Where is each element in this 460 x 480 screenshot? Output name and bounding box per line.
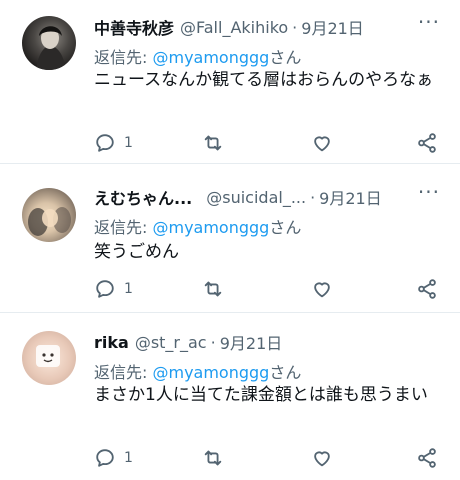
reply-icon <box>96 449 114 467</box>
user-handle[interactable]: @Fall_Akihiko <box>180 18 288 37</box>
reply-context: 返信先: @myamongggさん <box>94 44 301 68</box>
separator: · <box>210 332 216 352</box>
tweet[interactable]: rika @st_r_ac · 9月21日 返信先: @myamongggさん … <box>0 313 460 480</box>
reply-context: 返信先: @myamongggさん <box>94 359 301 383</box>
display-name[interactable]: 中善寺秋彦 <box>94 15 174 39</box>
tweet-header: えむちゃん... @suicidal_... · 9月21日 ··· <box>94 180 440 209</box>
share-icon <box>418 448 436 468</box>
retweet-icon <box>204 135 222 151</box>
reply-count: 1 <box>124 281 133 297</box>
retweet-icon <box>204 281 222 297</box>
reply-count: 1 <box>124 135 133 151</box>
reply-icon <box>96 280 114 298</box>
reply-suffix: さん <box>269 363 302 382</box>
avatar[interactable] <box>22 331 76 385</box>
avatar[interactable] <box>22 16 76 70</box>
retweet-button[interactable] <box>202 447 224 469</box>
timestamp[interactable]: 9月21日 <box>220 330 283 354</box>
retweet-button[interactable] <box>202 132 224 154</box>
reply-prefix: 返信先: <box>94 363 153 382</box>
tweet-header: 中善寺秋彦 @Fall_Akihiko · 9月21日 ··· <box>94 10 440 39</box>
avatar[interactable] <box>22 188 76 242</box>
user-handle[interactable]: @suicidal_... <box>206 188 306 207</box>
more-icon[interactable]: ··· <box>418 10 440 34</box>
reply-prefix: 返信先: <box>94 48 153 67</box>
user-handle[interactable]: @st_r_ac <box>135 333 207 352</box>
like-button[interactable] <box>311 132 333 154</box>
mention-link[interactable]: @myamonggg <box>152 48 269 67</box>
reply-suffix: さん <box>269 48 302 67</box>
action-bar: 1 <box>94 132 442 156</box>
mention-link[interactable]: @myamonggg <box>152 218 269 237</box>
tweet[interactable]: えむちゃん... @suicidal_... · 9月21日 ··· 返信先: … <box>0 164 460 313</box>
tweet[interactable]: 中善寺秋彦 @Fall_Akihiko · 9月21日 ··· 返信先: @my… <box>0 0 460 164</box>
heart-icon <box>314 136 330 152</box>
action-bar: 1 <box>94 278 442 302</box>
tweet-header: rika @st_r_ac · 9月21日 <box>94 330 440 354</box>
separator: · <box>310 187 316 207</box>
share-button[interactable] <box>416 132 438 154</box>
display-name[interactable]: rika <box>94 333 129 352</box>
reply-prefix: 返信先: <box>94 218 153 237</box>
share-button[interactable] <box>416 278 438 300</box>
action-bar: 1 <box>94 447 442 471</box>
reply-button[interactable]: 1 <box>94 132 133 154</box>
reply-button[interactable]: 1 <box>94 278 133 300</box>
share-icon <box>418 133 436 153</box>
timestamp[interactable]: 9月21日 <box>301 15 364 39</box>
share-icon <box>418 279 436 299</box>
like-button[interactable] <box>311 278 333 300</box>
reply-count: 1 <box>124 450 133 466</box>
more-icon[interactable]: ··· <box>418 180 440 204</box>
reply-button[interactable]: 1 <box>94 447 133 469</box>
reply-context: 返信先: @myamongggさん <box>94 214 301 238</box>
timestamp[interactable]: 9月21日 <box>319 185 382 209</box>
retweet-button[interactable] <box>202 278 224 300</box>
display-name[interactable]: えむちゃん... <box>94 185 192 209</box>
reply-suffix: さん <box>269 218 302 237</box>
tweet-text: 笑うごめん <box>94 242 179 262</box>
mention-link[interactable]: @myamonggg <box>152 363 269 382</box>
like-button[interactable] <box>311 447 333 469</box>
separator: · <box>292 17 298 37</box>
tweet-text: ニュースなんか観てる層はおらんのやろなぁ <box>94 70 434 90</box>
tweet-text: まさか1人に当てた課金額とは誰も思うまい <box>94 385 428 405</box>
share-button[interactable] <box>416 447 438 469</box>
retweet-icon <box>204 450 222 466</box>
heart-icon <box>314 282 330 298</box>
heart-icon <box>314 451 330 467</box>
reply-icon <box>96 134 114 152</box>
